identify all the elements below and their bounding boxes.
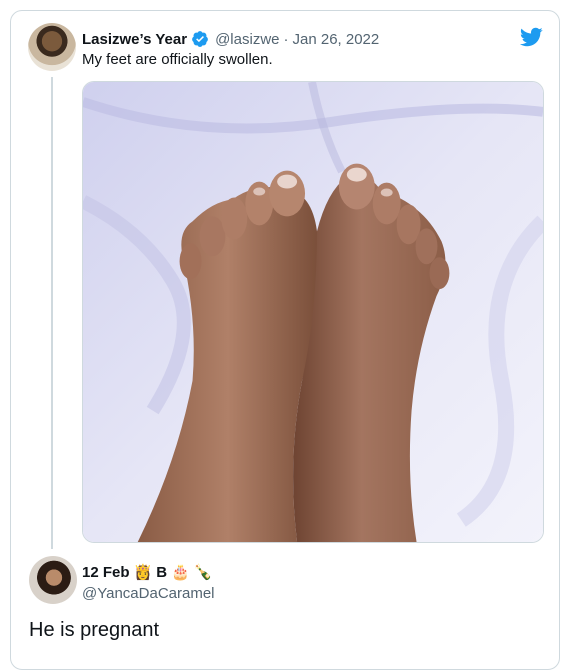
feet-photo-image bbox=[83, 82, 543, 542]
reply-author-handle[interactable]: @YancaDaCaramel bbox=[82, 585, 215, 602]
tweet-embed-card: Lasizwe’s Year @lasizwe · Jan 26, 2022 M… bbox=[10, 10, 560, 670]
reply-name-suffix: B bbox=[156, 563, 168, 581]
tweet-date[interactable]: Jan 26, 2022 bbox=[293, 31, 380, 48]
verified-badge-icon bbox=[192, 31, 208, 47]
tweet-photo[interactable] bbox=[82, 81, 544, 543]
twitter-bird-icon[interactable] bbox=[519, 25, 543, 49]
champagne-emoji-icon: 🍾 bbox=[193, 563, 213, 581]
tweet-text: My feet are officially swollen. bbox=[82, 51, 273, 68]
princess-emoji-icon: 👸 bbox=[133, 563, 153, 581]
reply-display-name: 12 Feb bbox=[82, 563, 130, 581]
author-display-name[interactable]: Lasizwe’s Year bbox=[82, 31, 187, 48]
author-avatar[interactable] bbox=[28, 23, 76, 71]
tweet-header: Lasizwe’s Year @lasizwe · Jan 26, 2022 bbox=[82, 29, 509, 49]
header-separator: · bbox=[283, 30, 289, 48]
author-handle[interactable]: @lasizwe bbox=[215, 31, 279, 48]
reply-author-name[interactable]: 12 Feb 👸 B 🎂 🍾 bbox=[82, 563, 212, 581]
thread-connector-line bbox=[51, 77, 53, 549]
cake-emoji-icon: 🎂 bbox=[171, 563, 190, 581]
reply-text: He is pregnant bbox=[29, 619, 160, 641]
reply-author-avatar[interactable] bbox=[29, 556, 77, 604]
